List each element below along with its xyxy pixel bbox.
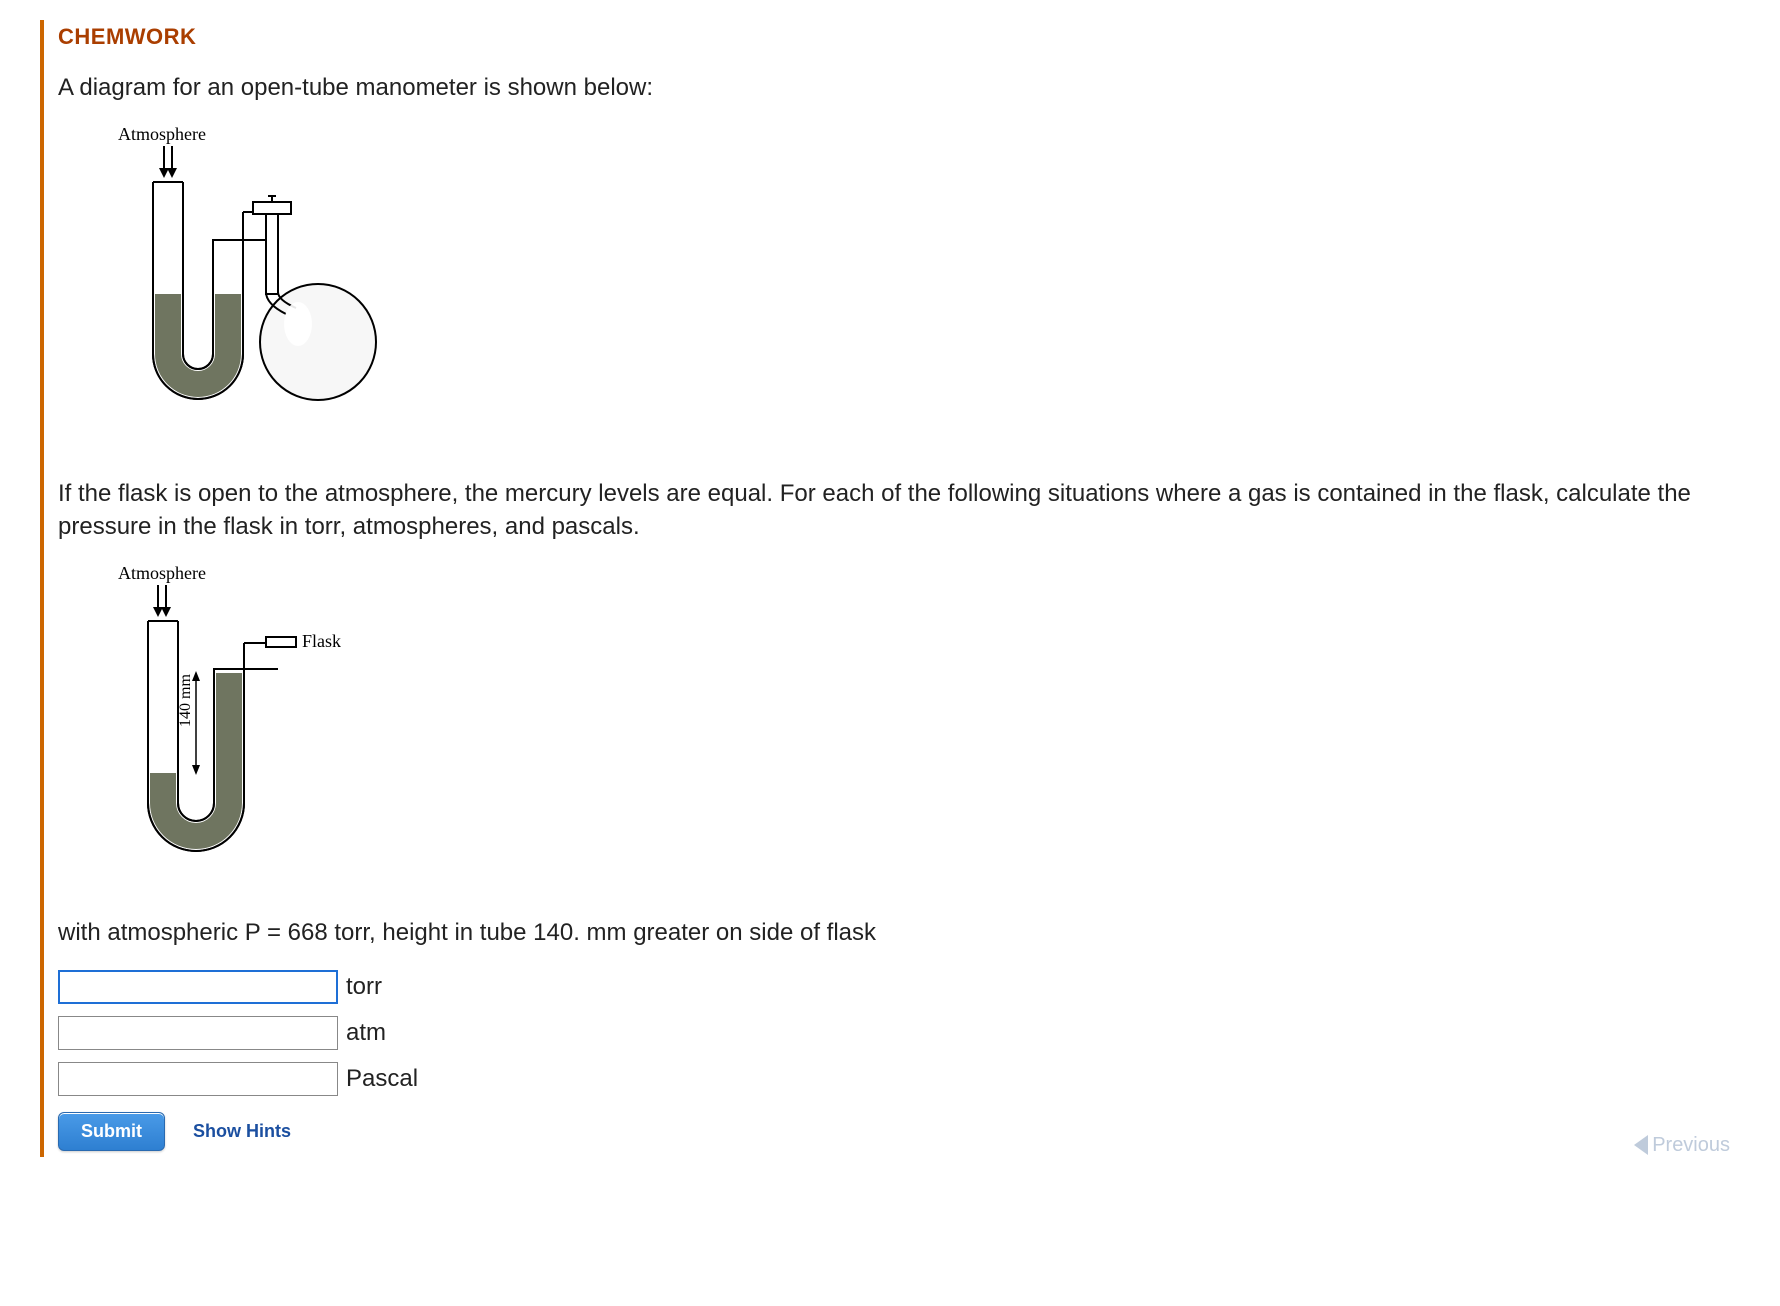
section-header: CHEMWORK [58,24,1740,50]
submit-button[interactable]: Submit [58,1112,165,1151]
unit-label-pascal: Pascal [346,1065,418,1093]
answer-row-torr: torr [58,970,1740,1004]
diagram2-height-label: 140 mm [177,674,194,727]
diagram-2: Atmosphere Flask [58,563,1740,899]
show-hints-link[interactable]: Show Hints [193,1121,291,1142]
answer-row-atm: atm [58,1016,1740,1050]
condition-text: with atmospheric P = 668 torr, height in… [58,917,1740,949]
diagram-1: Atmosphere [58,124,1740,460]
unit-label-torr: torr [346,973,382,1001]
answer-input-pascal[interactable] [58,1062,338,1096]
chevron-left-icon [1634,1135,1648,1155]
answer-row-pascal: Pascal [58,1062,1740,1096]
diagram2-flask-label: Flask [302,631,341,651]
answer-input-torr[interactable] [58,970,338,1004]
diagram2-atmosphere-label: Atmosphere [118,563,206,583]
intro-text: A diagram for an open-tube manometer is … [58,72,1740,104]
previous-link[interactable]: Previous [1634,1134,1730,1157]
unit-label-atm: atm [346,1019,386,1047]
instructions-text: If the flask is open to the atmosphere, … [58,478,1740,543]
answer-input-atm[interactable] [58,1016,338,1050]
previous-label: Previous [1652,1134,1730,1157]
diagram1-atmosphere-label: Atmosphere [118,124,206,144]
